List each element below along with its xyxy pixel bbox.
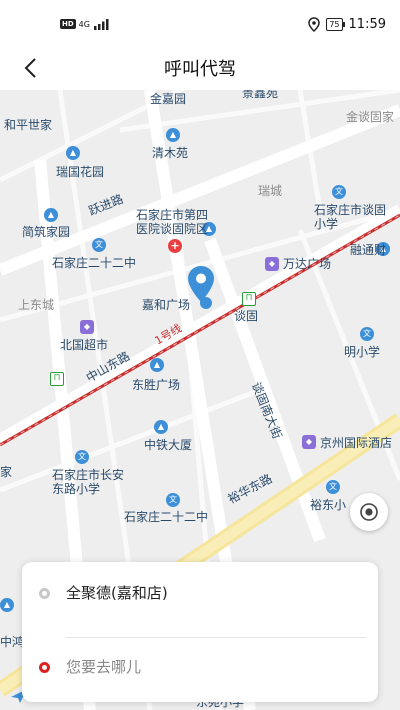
school-icon: 文 [75, 450, 89, 464]
card-divider [66, 637, 366, 638]
route-card: 全聚德(嘉和店) 您要去哪儿 [22, 562, 378, 702]
map-label: 融通财 [350, 243, 387, 257]
network-type: 4G [78, 19, 90, 29]
status-indicators: 75 11:59 [308, 14, 386, 34]
map-label: 和平世家 [4, 118, 53, 132]
start-dot-icon [39, 588, 50, 599]
destination-input-row[interactable]: 您要去哪儿 [22, 640, 378, 692]
status-bar: HD 4G 75 11:59 [0, 0, 400, 46]
hd-badge: HD [60, 19, 76, 29]
community-icon: ▲ [154, 420, 168, 434]
map-label: 金谈固家 [346, 110, 395, 124]
map-label: 中铁大厦 [144, 438, 193, 452]
community-icon: ▲ [150, 358, 164, 372]
map-label: 谈固 [234, 309, 259, 323]
shopping-icon: ◆ [80, 320, 94, 334]
start-location-row[interactable]: 全聚德(嘉和店) [22, 566, 378, 618]
status-network: HD 4G [60, 17, 111, 31]
school-icon: 文 [360, 327, 374, 341]
map-label: 瑞国花园 [56, 165, 105, 179]
map-label: 清木苑 [152, 146, 189, 160]
map-label: 景鑫苑 [242, 90, 279, 100]
location-status-icon [308, 16, 321, 32]
community-icon: ▲ [44, 208, 58, 222]
map-label-partial: 中鸿 [0, 635, 25, 649]
map-label: 嘉和广场 [142, 298, 191, 312]
community-icon: ▲ [66, 146, 80, 160]
map-label: 北国超市 [60, 338, 109, 352]
map-label-partial: 家 [0, 465, 13, 479]
school-icon: 文 [92, 238, 106, 252]
location-pin-icon [188, 266, 214, 302]
school-icon: 文 [166, 493, 180, 507]
locate-icon [360, 503, 378, 521]
hospital-cross-icon: + [168, 239, 182, 253]
map-label: 简筑家园 [22, 225, 71, 239]
map-label: 明小学 [344, 345, 381, 359]
map-label: 上东城 [18, 298, 55, 312]
map-label: 石家庄二十二中 [124, 510, 209, 524]
start-location-text: 全聚德(嘉和店) [66, 584, 168, 602]
nav-bar: 呼叫代驾 [0, 46, 400, 90]
shopping-icon: ◆ [265, 257, 279, 271]
school-icon: 文 [326, 480, 340, 494]
map-label: 瑞城 [258, 184, 283, 198]
signal-icon [93, 19, 109, 30]
map-label: 金嘉园 [150, 92, 187, 106]
map-label: 石家庄市长安东路小学 [52, 468, 125, 496]
destination-placeholder: 您要去哪儿 [66, 658, 142, 676]
hotel-icon: ◆ [302, 435, 316, 449]
destination-dot-icon [39, 662, 50, 673]
map-label: 石家庄二十二中 [52, 256, 137, 270]
map-label: 石家庄市第四医院谈固院区 [136, 208, 209, 236]
community-icon: ▲ [0, 598, 14, 612]
battery-indicator: 75 [326, 17, 345, 31]
school-icon: 文 [332, 185, 346, 199]
locate-button[interactable] [350, 493, 388, 531]
metro-station-icon: ⊓ [242, 292, 256, 306]
map-label: 裕东小 [310, 498, 347, 512]
map-label: 东胜广场 [132, 378, 181, 392]
status-time: 11:59 [348, 16, 386, 32]
map-label: 京州国际酒店 [320, 436, 393, 450]
page-title: 呼叫代驾 [164, 59, 236, 80]
map-label: 万达广场 [283, 257, 332, 271]
community-icon: ▲ [166, 128, 180, 142]
map-label: 石家庄市谈固小学 [314, 203, 387, 231]
metro-station-icon: ⊓ [50, 372, 64, 386]
